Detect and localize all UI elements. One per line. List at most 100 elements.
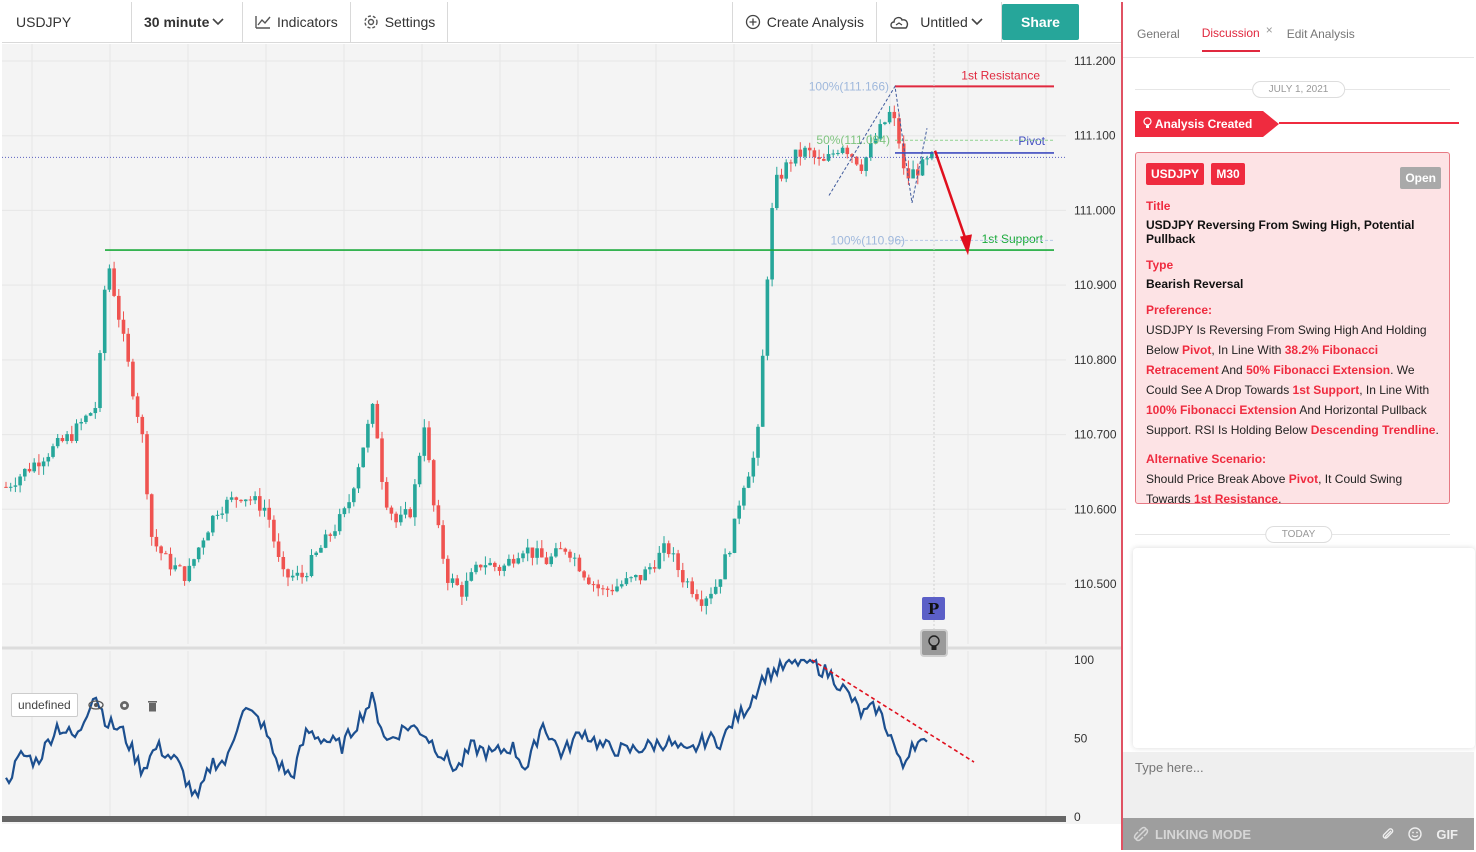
candle-body: [478, 564, 483, 568]
eye-icon[interactable]: [86, 696, 106, 714]
candle-body: [37, 462, 41, 467]
highlight-part: 1st Support: [1292, 383, 1360, 397]
emoji-icon[interactable]: [1408, 827, 1423, 841]
candle-body: [436, 505, 441, 526]
preference-label: Preference:: [1146, 303, 1213, 317]
support-label: 1st Support: [982, 232, 1044, 246]
candle-body: [262, 507, 267, 511]
candle-body: [32, 462, 36, 472]
candle-body: [380, 438, 384, 482]
price-tick-label: 111.200: [1074, 54, 1116, 68]
candle-body: [417, 455, 422, 485]
create-analysis-button[interactable]: Create Analysis: [733, 2, 877, 42]
candle-body: [652, 567, 657, 569]
highlight-part: 50% Fibonacci Extension: [1246, 363, 1391, 377]
candle-body: [361, 447, 365, 468]
indicators-label: Indicators: [277, 14, 338, 30]
indicators-button[interactable]: Indicators: [243, 2, 351, 42]
analysis-card: USDJPY M30 Open Title USDJPY Reversing F…: [1135, 152, 1450, 506]
alternative-text: Should Price Break Above Pivot, It Could…: [1146, 469, 1439, 509]
candle-body: [46, 456, 51, 462]
candle-body: [394, 513, 398, 523]
candle-body: [666, 543, 671, 555]
candle-body: [196, 547, 201, 560]
candle-body: [164, 553, 168, 555]
candle-body: [605, 588, 610, 590]
candle-body: [117, 295, 121, 320]
trash-icon[interactable]: [142, 696, 162, 714]
candle-body: [601, 588, 605, 590]
tab-edit-analysis[interactable]: Edit Analysis: [1287, 9, 1355, 51]
gif-button[interactable]: GIF: [1436, 827, 1458, 842]
fib-label: 50%(111.094): [816, 133, 890, 147]
tab-discussion[interactable]: Discussion: [1201, 8, 1260, 52]
candle-body: [98, 353, 102, 409]
candle-body: [464, 580, 469, 597]
lightbulb-icon[interactable]: [920, 629, 948, 657]
share-button[interactable]: Share: [1002, 4, 1079, 40]
candle-body: [911, 169, 915, 179]
candle-body: [272, 519, 276, 542]
candle-body: [883, 122, 887, 125]
candle-body: [558, 548, 563, 550]
linking-mode-label[interactable]: LINKING MODE: [1155, 827, 1251, 842]
candle-body: [728, 552, 732, 555]
message-list: [1133, 548, 1475, 748]
candle-body: [812, 150, 817, 158]
candle-body: [27, 468, 32, 472]
message-input[interactable]: [1135, 760, 1435, 775]
candle-body: [751, 457, 756, 477]
candle-body: [709, 593, 713, 599]
candle-body: [370, 403, 375, 424]
text-part: , In Line With: [1211, 343, 1285, 357]
chart-area[interactable]: 111.200 111.100 111.000 110.900 110.800 110.7…: [2, 44, 1121, 824]
candle-body: [276, 541, 281, 557]
candle-body: [173, 565, 177, 570]
candle-body: [403, 509, 408, 515]
interval-selector[interactable]: 30 minute: [132, 2, 243, 42]
candle-body: [333, 531, 337, 536]
text-part: .: [1435, 423, 1439, 437]
tab-general[interactable]: General: [1137, 9, 1180, 51]
candle-body: [502, 565, 506, 571]
candle-body: [746, 476, 751, 488]
candle-body: [427, 427, 431, 461]
interval-label: 30 minute: [144, 14, 210, 30]
text-part: Should Price Break Above: [1146, 472, 1289, 486]
paperclip-icon[interactable]: [1382, 827, 1394, 841]
symbol-selector[interactable]: USDJPY: [2, 2, 132, 42]
cloud-icon: [890, 16, 909, 29]
candle-body: [211, 515, 215, 533]
candle-body: [497, 566, 502, 571]
candle-body: [859, 164, 864, 171]
candle-body: [488, 562, 492, 566]
date-separator: TODAY: [1264, 526, 1333, 543]
candle-body: [314, 552, 318, 556]
alternative-label: Alternative Scenario:: [1146, 452, 1267, 466]
candle-body: [8, 486, 13, 488]
close-icon[interactable]: ×: [1266, 23, 1273, 37]
candle-body: [154, 536, 159, 547]
settings-button[interactable]: Settings: [351, 2, 449, 42]
candle-body: [549, 556, 553, 565]
candle-body: [525, 547, 530, 554]
candle-body: [192, 559, 196, 566]
candle-body: [807, 147, 812, 151]
layout-selector[interactable]: Untitled: [877, 2, 1002, 42]
candle-body: [784, 162, 788, 179]
candle-body: [126, 333, 130, 362]
pivot-badge[interactable]: P: [922, 597, 945, 620]
indicator-name-label: undefined: [11, 693, 78, 717]
gear-icon[interactable]: [114, 696, 134, 714]
linking-mode-bar: LINKING MODE GIF: [1123, 818, 1474, 850]
price-chart[interactable]: 111.200 111.100 111.000 110.900 110.800 110.7…: [2, 44, 1121, 824]
timeframe-chip: M30: [1211, 163, 1245, 185]
candle-body: [624, 578, 629, 585]
pivot-label: Pivot: [1018, 134, 1045, 148]
candle-body: [446, 558, 450, 583]
candle-body: [460, 585, 464, 597]
price-tick-label: 110.500: [1074, 577, 1117, 591]
link-icon[interactable]: [1133, 826, 1149, 842]
time-scrollbar: [2, 816, 1066, 822]
candle-body: [925, 158, 929, 160]
